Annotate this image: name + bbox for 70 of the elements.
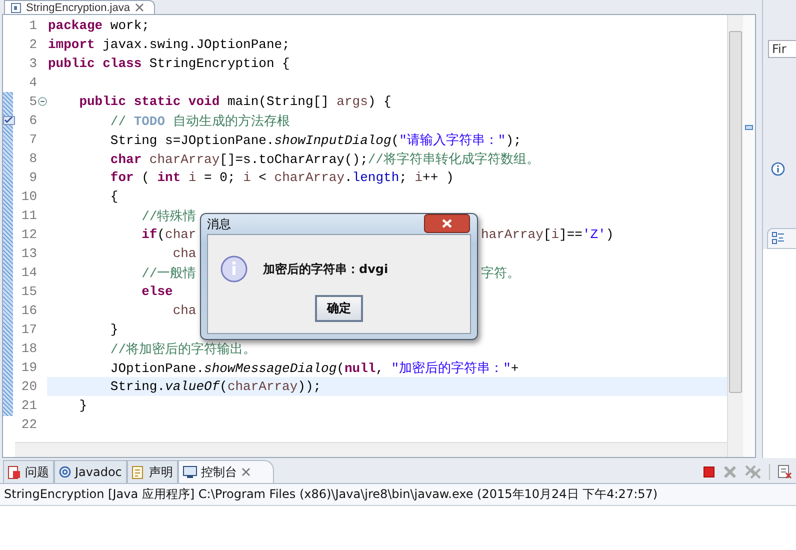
code-line: for ( int i = 0; i < charArray.length; i++ )	[109, 170, 454, 185]
collapse-icon[interactable]	[38, 97, 46, 106]
code-line: //一般情	[140, 264, 196, 282]
close-icon[interactable]	[134, 3, 144, 12]
dialog-title: 消息	[207, 216, 231, 232]
console-header: StringEncryption [Java 应用程序] C:\Program Files (x86)\Java\jre8\bin\javaw.exe (2015年10月24日 下午4:27:57)	[0, 483, 796, 506]
ok-button[interactable]: 确定	[315, 295, 363, 322]
console-icon	[182, 466, 197, 478]
vertical-scrollbar[interactable]	[727, 15, 743, 457]
overview-marker-icon	[745, 125, 753, 130]
stop-icon[interactable]	[703, 466, 715, 478]
line-number: 7	[28, 132, 37, 147]
find-field[interactable]: Fir	[768, 40, 796, 58]
line-number: 14	[20, 265, 37, 280]
line-number: 22	[20, 417, 37, 432]
code-line: // TODO 自动生成的方法存根	[109, 112, 290, 130]
code-line: if(char	[140, 227, 196, 242]
code-line: {	[109, 189, 118, 204]
code-line: }	[78, 398, 88, 413]
code-line: }	[109, 322, 118, 337]
code-line: else	[140, 284, 173, 299]
code-line: 字符。	[481, 264, 520, 282]
line-number: 15	[20, 284, 37, 299]
info-icon	[220, 255, 248, 283]
close-icon[interactable]	[424, 214, 470, 232]
close-icon[interactable]	[240, 467, 251, 477]
code-line: JOptionPane.showMessageDialog(null, "加密后的字符串："+	[109, 360, 519, 376]
line-number: 2	[28, 37, 37, 52]
line-number: 13	[20, 246, 37, 261]
line-number: 11	[20, 208, 37, 223]
code-line: package work;	[48, 18, 150, 33]
panel-tab[interactable]: 问题	[3, 460, 54, 483]
code-line: public class StringEncryption {	[48, 56, 290, 71]
horizontal-scrollbar[interactable]	[15, 442, 727, 457]
code-line: harArray[i]=='Z')	[481, 227, 614, 242]
panel-tab[interactable]: 控制台	[178, 460, 274, 483]
code-line: String.valueOf(charArray));	[109, 379, 322, 394]
declaration-icon	[132, 466, 145, 478]
line-number: 4	[28, 75, 37, 90]
code-line: cha	[172, 303, 196, 318]
line-number: 8	[28, 151, 37, 166]
outline-icon	[772, 232, 785, 245]
line-number: 20	[20, 379, 37, 394]
line-number: 5	[28, 94, 37, 109]
line-number: 18	[20, 341, 37, 356]
code-line: char charArray[]=s.toCharArray();//将字符串转化成字符数组。	[109, 150, 540, 168]
panel-tab[interactable]: Javadoc	[54, 460, 127, 483]
outline-tab[interactable]	[767, 228, 796, 249]
dialog-message: 加密后的字符串：dvgi	[263, 260, 388, 278]
code-line: //特殊情	[140, 208, 196, 224]
code-line: public static void main(String[] args) {	[78, 94, 392, 109]
problems-icon	[8, 466, 21, 478]
line-number: 6	[28, 113, 37, 128]
editor-tab[interactable]: StringEncryption.java	[4, 0, 155, 14]
clear-console-icon[interactable]	[778, 465, 792, 479]
line-number: 10	[20, 189, 37, 204]
line-number: 16	[20, 303, 37, 318]
line-number: 19	[20, 360, 37, 375]
line-number: 17	[20, 322, 37, 337]
line-number: 21	[20, 398, 37, 413]
line-number: 12	[20, 227, 37, 242]
line-number: 3	[28, 56, 37, 71]
code-line: import javax.swing.JOptionPane;	[48, 37, 290, 52]
code-line: //将加密后的字符输出。	[109, 340, 256, 358]
code-line: String s=JOptionPane.showInputDialog("请输入字符串：");	[109, 132, 522, 148]
line-number: 1	[28, 18, 37, 33]
panel-tab[interactable]: 声明	[126, 460, 178, 483]
code-line: cha	[172, 246, 196, 261]
info-icon	[771, 162, 785, 176]
line-number: 9	[28, 170, 37, 185]
